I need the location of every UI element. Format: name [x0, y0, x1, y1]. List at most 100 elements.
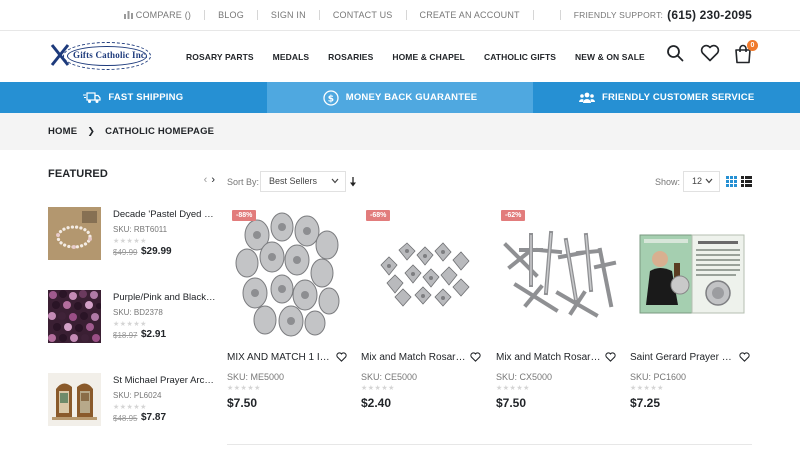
create-account-link[interactable]: Create An Account: [420, 10, 520, 20]
dollar-circle-icon: $: [323, 89, 339, 106]
featured-item[interactable]: St Michael Prayer Archangel Plaque SKU: …: [48, 373, 216, 429]
rating-stars: ★★★★★: [496, 385, 530, 392]
sort-label: Sort By:: [227, 177, 260, 187]
featured-item-sku: SKU: BD2378: [113, 308, 163, 317]
breadcrumb-home[interactable]: Home: [48, 126, 77, 137]
featured-item-sku: SKU: RBT6011: [113, 225, 168, 234]
list-view-icon[interactable]: [741, 176, 752, 187]
rating-stars: ★★★★★: [361, 385, 395, 392]
banner-customer-service: Friendly Customer Service: [533, 82, 800, 113]
show-value: 12: [692, 176, 703, 186]
nav-medals[interactable]: Medals: [273, 52, 310, 62]
product-price: $7.50: [496, 396, 527, 410]
sidebar-carousel-nav: ‹ ›: [200, 174, 215, 186]
heart-icon: [700, 44, 720, 62]
product-sku: SKU: CE5000: [361, 372, 418, 382]
featured-item[interactable]: Decade 'Pastel Dyed Jade' Rosary Bracele…: [48, 207, 216, 263]
top-links: Compare () Blog Sign In Contact Us Creat…: [123, 0, 752, 30]
featured-item-price: $7.87: [141, 412, 167, 423]
sort-value: Best Sellers: [269, 176, 318, 186]
compare-label: Compare (): [135, 10, 192, 20]
rating-stars: ★★★★★: [113, 321, 147, 328]
product-price: $7.50: [227, 396, 258, 410]
product-image[interactable]: [630, 205, 752, 343]
rating-stars: ★★★★★: [630, 385, 664, 392]
featured-sidebar: Featured ‹ › Decade 'Pastel Dyed Jade' R…: [48, 168, 216, 426]
contact-link[interactable]: Contact Us: [333, 10, 393, 20]
banner-label: Fast Shipping: [108, 92, 184, 103]
breadcrumb-current: Catholic Homepage: [105, 126, 215, 137]
chevron-left-icon[interactable]: ‹: [204, 174, 208, 186]
sidebar-title: Featured: [48, 168, 108, 180]
featured-item-title[interactable]: Purple/Pink and Black Beads: [113, 292, 216, 303]
logo-text: Gifts Catholic Inc.: [73, 50, 148, 60]
wishlist-heart-icon[interactable]: [336, 352, 347, 362]
featured-item-title[interactable]: St Michael Prayer Archangel Plaque: [113, 375, 216, 386]
product-image[interactable]: [227, 205, 349, 343]
chevron-right-icon[interactable]: ›: [211, 174, 215, 186]
product-price: $2.40: [361, 396, 392, 410]
divider: [204, 10, 206, 20]
product-thumbnail[interactable]: [48, 373, 101, 426]
product-image[interactable]: [361, 205, 483, 343]
blog-link[interactable]: Blog: [218, 10, 244, 20]
nav-rosaries[interactable]: Rosaries: [328, 52, 373, 62]
wishlist-heart-icon[interactable]: [605, 352, 616, 362]
wishlist-button[interactable]: [700, 44, 720, 64]
product-thumbnail[interactable]: [48, 207, 101, 260]
divider: [405, 10, 407, 20]
sort-select[interactable]: Best Sellers: [260, 171, 346, 192]
product-sku: SKU: PC1600: [630, 372, 687, 382]
banner-label: Money Back Guarantee: [345, 92, 478, 103]
product-title[interactable]: Mix and Match Rosary Centers: [361, 352, 466, 363]
nav-catholic-gifts[interactable]: Catholic Gifts: [484, 52, 556, 62]
support-info: Friendly Support: (615) 230-2095: [574, 8, 752, 22]
banner-fast-shipping: Fast Shipping: [0, 82, 267, 113]
product-title[interactable]: Saint Gerard Prayer Card: [630, 352, 735, 363]
support-phone[interactable]: (615) 230-2095: [667, 8, 752, 22]
main-nav: Rosary Parts Medals Rosaries Home & Chap…: [186, 31, 664, 82]
featured-item-title[interactable]: Decade 'Pastel Dyed Jade' Rosary Bracele…: [113, 209, 216, 220]
svg-text:$: $: [327, 94, 333, 104]
product-title[interactable]: Mix and Match Rosary Crucifixes: [496, 352, 601, 363]
header-icons: 0: [652, 40, 758, 64]
divider: [559, 10, 561, 20]
rating-stars: ★★★★★: [227, 385, 261, 392]
top-bar: Compare () Blog Sign In Contact Us Creat…: [0, 0, 800, 31]
nav-new-on-sale[interactable]: New & On Sale: [575, 52, 645, 62]
show-label: Show:: [655, 177, 681, 187]
featured-item-price: $29.99: [141, 246, 172, 257]
main-header: Gifts Catholic Inc. Rosary Parts Medals …: [0, 31, 800, 82]
search-button[interactable]: [666, 44, 686, 64]
nav-rosary-parts[interactable]: Rosary Parts: [186, 52, 254, 62]
product-thumbnail[interactable]: [48, 290, 101, 343]
nav-home-chapel[interactable]: Home & Chapel: [392, 52, 465, 62]
featured-item[interactable]: Purple/Pink and Black Beads SKU: BD2378 …: [48, 290, 216, 346]
signin-link[interactable]: Sign In: [271, 10, 306, 20]
search-icon: [667, 45, 684, 62]
product-title[interactable]: MIX AND MATCH 1 Inch Medals: [227, 352, 332, 363]
product-image[interactable]: [496, 205, 618, 343]
chevron-down-icon: [331, 178, 339, 184]
product-price: $7.25: [630, 396, 661, 410]
featured-item-old-price: $48.95: [113, 414, 138, 423]
compare-link[interactable]: Compare (): [123, 10, 192, 20]
rosary-cross-icon: [50, 44, 70, 66]
featured-item-old-price: $18.97: [113, 331, 138, 340]
rating-stars: ★★★★★: [113, 238, 147, 245]
grid-view-icon[interactable]: [726, 176, 737, 187]
show-select[interactable]: 12: [683, 171, 720, 192]
divider: [532, 10, 534, 20]
cart-button[interactable]: 0: [734, 40, 758, 64]
truck-icon: [83, 91, 101, 103]
featured-item-price: $2.91: [141, 329, 167, 340]
wishlist-heart-icon[interactable]: [739, 352, 750, 362]
wishlist-heart-icon[interactable]: [470, 352, 481, 362]
users-icon: [578, 92, 595, 103]
divider: [256, 10, 258, 20]
product-sku: SKU: ME5000: [227, 372, 285, 382]
sort-direction-icon[interactable]: [350, 177, 356, 187]
view-toggle: [726, 176, 752, 187]
support-label: Friendly Support:: [573, 10, 664, 20]
site-logo[interactable]: Gifts Catholic Inc.: [49, 40, 153, 72]
